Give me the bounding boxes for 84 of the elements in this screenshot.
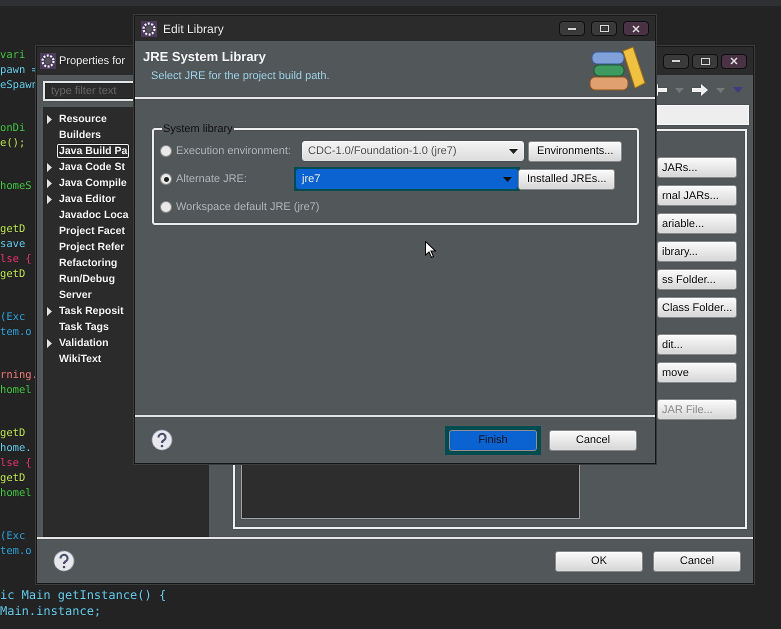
code-line: lse {	[0, 252, 33, 267]
close-icon	[632, 24, 640, 32]
code-line: getD	[0, 426, 26, 441]
tree-item[interactable]: Java Compile	[57, 176, 129, 190]
code-line: homeS	[0, 179, 33, 194]
gear-icon	[141, 20, 157, 36]
code-line: homel	[0, 383, 33, 398]
jre-dropdown[interactable]: jre7	[296, 169, 518, 189]
expand-arrow-icon[interactable]	[47, 114, 52, 124]
option-button[interactable]: Installed JREs...	[518, 168, 616, 190]
tree-item[interactable]: Project Refer	[57, 240, 126, 254]
code-line: (Exc	[0, 529, 26, 544]
side-button[interactable]: Class Folder...	[657, 297, 737, 318]
tree-item[interactable]: Java Code St	[57, 160, 127, 174]
tree-item[interactable]: Java Build Pa	[57, 144, 130, 158]
code-line: homel	[0, 486, 33, 501]
minimize-button[interactable]	[663, 54, 689, 68]
side-button[interactable]: rnal JARs...	[657, 185, 737, 206]
close-icon	[730, 57, 738, 65]
code-line: (Exc	[0, 310, 26, 325]
mouse-pointer-icon	[425, 241, 436, 258]
tree-item[interactable]: Resource	[57, 112, 109, 126]
code-line: getD	[0, 471, 26, 486]
window-title: Properties for	[59, 55, 126, 67]
caret-icon	[716, 88, 725, 92]
expand-arrow-icon[interactable]	[47, 338, 52, 348]
side-button[interactable]: JARs...	[657, 157, 737, 178]
minimize-icon	[568, 28, 576, 30]
code-line: getD	[0, 222, 26, 237]
code-line: home.	[0, 441, 33, 456]
radio-option[interactable]: Execution environment:	[160, 145, 300, 157]
tree-item[interactable]: Refactoring	[57, 256, 120, 270]
dialog-button[interactable]: OK	[555, 550, 643, 572]
maximize-button[interactable]	[692, 54, 718, 68]
expand-arrow-icon[interactable]	[47, 306, 52, 316]
tree-item[interactable]: Run/Debug	[57, 272, 117, 286]
tree-item[interactable]: Javadoc Loca	[57, 208, 130, 222]
side-button[interactable]: ibrary...	[657, 241, 737, 262]
close-button[interactable]	[623, 21, 649, 36]
code-line: getD	[0, 267, 26, 282]
code-line: ic Main getInstance() {	[0, 587, 166, 603]
minimize-button[interactable]	[559, 21, 585, 36]
code-line: Main.instance;	[0, 603, 102, 619]
maximize-icon	[700, 58, 710, 64]
close-button[interactable]	[721, 54, 747, 68]
code-line: lse {	[0, 456, 33, 471]
tree-item[interactable]: Task Reposit	[57, 304, 126, 318]
maximize-icon	[600, 25, 608, 32]
code-line: save	[0, 237, 26, 252]
code-line: e();	[0, 136, 26, 151]
tree-item[interactable]: Java Editor	[57, 192, 118, 206]
code-line: tem.o	[0, 544, 33, 559]
minimize-icon	[672, 60, 680, 62]
dialog-button[interactable]: Cancel	[653, 550, 741, 572]
side-button[interactable]: move	[657, 362, 737, 383]
tree-item[interactable]: WikiText	[57, 352, 104, 366]
dialog-title: Edit Library	[163, 22, 224, 36]
side-button[interactable]: dit...	[657, 334, 737, 355]
gear-icon	[40, 53, 56, 69]
tree-item[interactable]: Task Tags	[57, 320, 111, 334]
dialog-button[interactable]: Cancel	[549, 430, 637, 450]
caret-icon	[503, 176, 512, 182]
tree-item[interactable]: Builders	[57, 128, 104, 142]
help-icon[interactable]	[151, 429, 173, 451]
help-icon[interactable]	[53, 550, 75, 572]
dialog-subtitle: Select JRE for the project build path.	[150, 70, 331, 82]
option-button[interactable]: Environments...	[528, 140, 622, 162]
code-line: vari	[0, 48, 26, 63]
tree-item[interactable]: Project Facet	[57, 224, 127, 238]
maximize-button[interactable]	[591, 21, 617, 36]
forward-arrow-icon[interactable]	[692, 84, 708, 96]
code-line: tem.o	[0, 325, 33, 340]
jre-dropdown[interactable]: CDC-1.0/Foundation-1.0 (jre7)	[302, 141, 524, 161]
tree-item[interactable]: Server	[57, 288, 94, 302]
code-line: onDi	[0, 121, 26, 136]
dialog-heading: JRE System Library	[143, 49, 267, 64]
caret-icon	[675, 88, 684, 92]
tree-item[interactable]: Validation	[57, 336, 111, 350]
side-button[interactable]: ariable...	[657, 213, 737, 234]
code-line: rning.	[0, 368, 36, 383]
side-button[interactable]: ss Folder...	[657, 269, 737, 290]
radio-option[interactable]: Workspace default JRE (jre7)	[160, 201, 320, 213]
group-label: System library	[162, 123, 234, 135]
caret-icon	[509, 148, 518, 154]
